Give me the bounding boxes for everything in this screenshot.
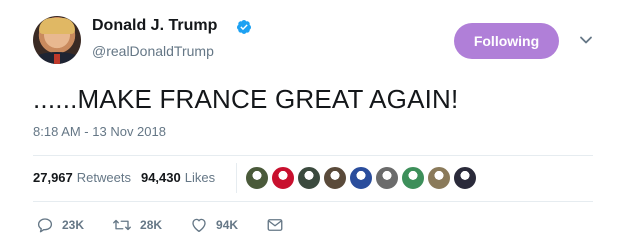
direct-message-button[interactable] <box>266 216 292 234</box>
liker-avatar-6[interactable] <box>375 166 399 190</box>
liker-avatar-2[interactable] <box>271 166 295 190</box>
like-count: 94K <box>216 218 239 232</box>
divider-top <box>33 155 593 156</box>
likes-count: 94,430 <box>140 170 181 185</box>
retweets-count: 27,967 <box>33 170 73 185</box>
author-name[interactable]: Donald J. Trump <box>92 17 217 35</box>
retweet-count: 28K <box>140 218 163 232</box>
following-button[interactable]: Following <box>454 23 559 59</box>
direct-message-icon <box>267 219 283 231</box>
liker-avatar-7[interactable] <box>401 166 425 190</box>
retweets-label: Retweets <box>76 170 131 185</box>
tweet-timestamp[interactable]: 8:18 AM - 13 Nov 2018 <box>33 124 166 139</box>
tweet-text: ......MAKE FRANCE GREAT AGAIN! <box>33 84 459 114</box>
chevron-down-icon[interactable] <box>579 33 593 47</box>
liker-avatar-5[interactable] <box>349 166 373 190</box>
avatar-hair <box>39 18 75 34</box>
retweets-stat[interactable]: 27,967 Retweets <box>33 170 131 185</box>
liker-avatars <box>245 166 479 190</box>
liker-avatar-1[interactable] <box>245 166 269 190</box>
avatar-tie <box>54 54 60 64</box>
retweet-icon <box>113 219 131 231</box>
author-handle[interactable]: @realDonaldTrump <box>92 43 214 59</box>
reply-button[interactable]: 23K <box>36 216 84 234</box>
like-button[interactable]: 94K <box>190 216 238 234</box>
like-icon <box>192 218 206 233</box>
reply-icon <box>37 218 53 233</box>
liker-avatar-3[interactable] <box>297 166 321 190</box>
divider-bottom <box>33 201 593 202</box>
author-avatar[interactable] <box>33 16 81 64</box>
likes-stat[interactable]: 94,430 Likes <box>141 170 215 185</box>
likes-label: Likes <box>184 170 216 185</box>
liker-avatar-9[interactable] <box>453 166 477 190</box>
liker-avatar-8[interactable] <box>427 166 451 190</box>
verified-badge-icon <box>237 20 251 34</box>
tweet-actions: 23K 28K 94K <box>36 216 320 234</box>
retweet-button[interactable]: 28K <box>112 216 162 234</box>
reply-count: 23K <box>62 218 85 232</box>
liker-avatar-4[interactable] <box>323 166 347 190</box>
tweet-stats: 27,967 Retweets 94,430 Likes <box>33 170 215 185</box>
stats-separator <box>236 163 237 193</box>
